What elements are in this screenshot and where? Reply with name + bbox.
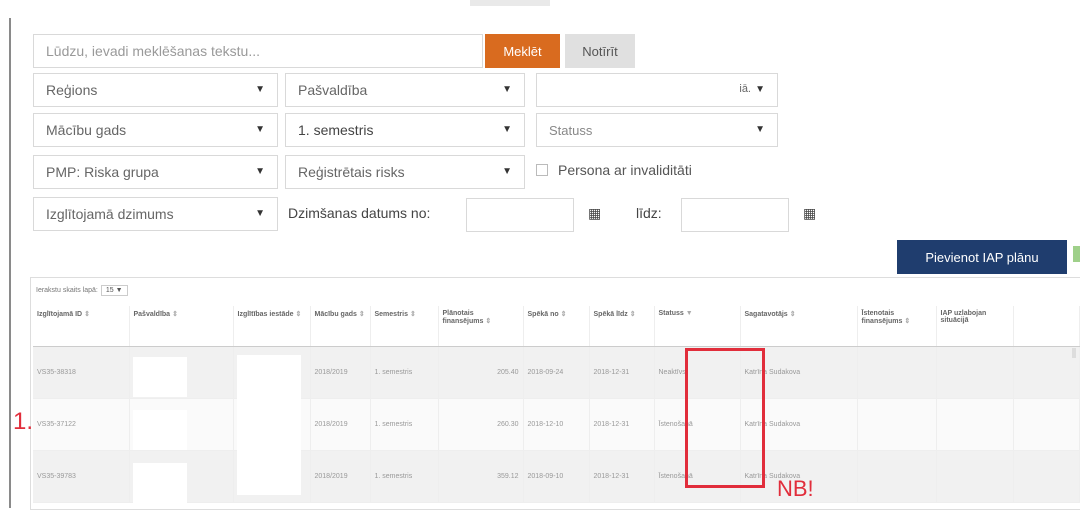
column-header-iap-improvement[interactable]: IAP uzlabojan situācijā [936, 306, 1014, 347]
cell-extra [1013, 398, 1080, 451]
disability-checkbox[interactable]: Persona ar invaliditāti [536, 162, 692, 178]
cell-semester: 1. semestris [370, 450, 439, 503]
caret-down-icon: ▼ [255, 166, 265, 177]
cell-valid-from: 2018-12-10 [523, 398, 590, 451]
cell-valid-to: 2018-12-31 [589, 346, 655, 399]
caret-down-icon: ▼ [255, 84, 265, 95]
redaction-block [237, 355, 301, 495]
municipality-select-label: Pašvaldība [298, 82, 368, 98]
caret-down-icon: ▼ [255, 208, 265, 219]
gender-select-label: Izglītojamā dzimums [46, 206, 174, 222]
school-select[interactable]: iā. ▼ [536, 73, 778, 107]
search-input[interactable]: Lūdzu, ievadi meklēšanas tekstu... [33, 34, 483, 68]
column-header-author[interactable]: Sagatavotājs ⇕ [740, 306, 858, 347]
table-row[interactable]: VS35-38318 2018/2019 1. semestris 205.40… [33, 346, 1080, 399]
dob-to-input[interactable] [681, 198, 789, 232]
results-table: Izglītojamā ID ⇕ Pašvaldība ⇕ Izglītības i… [33, 306, 1080, 503]
cell-year: 2018/2019 [310, 346, 371, 399]
redaction-block [133, 463, 187, 503]
clear-button[interactable]: Notīrīt [565, 34, 635, 68]
dob-from-input[interactable] [466, 198, 574, 232]
registered-risk-select-label: Reģistrētais risks [298, 164, 405, 180]
cell-planned-funding: 205.40 [438, 346, 524, 399]
cell-year: 2018/2019 [310, 398, 371, 451]
per-page-control: Ierakstu skaits lapā: 15 ▼ [36, 285, 128, 296]
cell-extra [1013, 346, 1080, 399]
column-header-municipality[interactable]: Pašvaldība ⇕ [129, 306, 234, 347]
cell-valid-to: 2018-12-31 [589, 398, 655, 451]
calendar-icon[interactable]: ▦ [803, 205, 816, 222]
per-page-label: Ierakstu skaits lapā: [36, 287, 98, 294]
redaction-block [133, 410, 187, 450]
cell-iap-improvement [936, 450, 1014, 503]
column-header-extra [1013, 306, 1080, 347]
table-row[interactable]: VS35-37122 2018/2019 1. semestris 260.30… [33, 398, 1080, 451]
column-header-year[interactable]: Mācību gads ⇕ [310, 306, 371, 347]
cell-implemented-funding [857, 398, 937, 451]
table-row[interactable]: VS35-39783 2018/2019 1. semestris 359.12… [33, 450, 1080, 503]
region-select[interactable]: Reģions ▼ [33, 73, 278, 107]
risk-group-select[interactable]: PMP: Riska grupa ▼ [33, 155, 278, 189]
cell-semester: 1. semestris [370, 398, 439, 451]
per-page-select[interactable]: 15 ▼ [100, 285, 128, 296]
cell-id[interactable]: VS35-38318 [33, 346, 130, 399]
column-header-implemented-funding[interactable]: Īstenotais finansējums ⇕ [857, 306, 937, 347]
column-header-id[interactable]: Izglītojamā ID ⇕ [33, 306, 130, 347]
school-select-label: iā. [739, 83, 751, 95]
registered-risk-select[interactable]: Reģistrētais risks ▼ [285, 155, 525, 189]
status-highlight-box [685, 348, 765, 488]
cell-extra [1013, 450, 1080, 503]
cell-semester: 1. semestris [370, 346, 439, 399]
cell-id[interactable]: VS35-39783 [33, 450, 130, 503]
status-select[interactable]: Statuss ▼ [536, 113, 778, 147]
semester-select-label: 1. semestris [298, 122, 374, 138]
cell-iap-improvement [936, 346, 1014, 399]
add-iap-plan-button[interactable]: Pievienot IAP plānu [897, 240, 1067, 274]
column-header-school[interactable]: Izglītības iestāde ⇕ [233, 306, 311, 347]
redaction-block [133, 357, 187, 397]
cell-planned-funding: 359.12 [438, 450, 524, 503]
cell-id[interactable]: VS35-37122 [33, 398, 130, 451]
caret-down-icon: ▼ [502, 166, 512, 177]
calendar-icon[interactable]: ▦ [588, 205, 601, 222]
municipality-select[interactable]: Pašvaldība ▼ [285, 73, 525, 107]
disability-checkbox-label: Persona ar invaliditāti [558, 162, 692, 178]
cropped-green-button[interactable] [1073, 246, 1080, 262]
caret-down-icon: ▼ [502, 124, 512, 135]
caret-down-icon: ▼ [502, 84, 512, 95]
gender-select[interactable]: Izglītojamā dzimums ▼ [33, 197, 278, 231]
search-button[interactable]: Meklēt [485, 34, 560, 68]
school-year-select[interactable]: Mācību gads ▼ [33, 113, 278, 147]
column-header-valid-from[interactable]: Spēkā no ⇕ [523, 306, 590, 347]
cell-iap-improvement [936, 398, 1014, 451]
annotation-note: NB! [777, 476, 814, 501]
checkbox-box[interactable] [536, 164, 548, 176]
scrollbar-thumb[interactable] [1072, 348, 1076, 358]
cell-valid-from: 2018-09-24 [523, 346, 590, 399]
region-select-label: Reģions [46, 82, 98, 98]
column-header-semester[interactable]: Semestris ⇕ [370, 306, 439, 347]
semester-select[interactable]: 1. semestris ▼ [285, 113, 525, 147]
caret-down-icon: ▼ [255, 124, 265, 135]
dob-to-label: līdz: [636, 205, 662, 221]
column-header-status[interactable]: Statuss ▼ [654, 306, 741, 347]
cell-implemented-funding [857, 450, 937, 503]
page-left-border [9, 18, 11, 508]
cell-valid-from: 2018-09-10 [523, 450, 590, 503]
caret-down-icon: ▼ [755, 84, 765, 95]
top-cropped-element [470, 0, 550, 6]
caret-down-icon: ▼ [755, 124, 765, 135]
column-header-planned-funding[interactable]: Plānotais finansējums ⇕ [438, 306, 524, 347]
cell-valid-to: 2018-12-31 [589, 450, 655, 503]
cell-implemented-funding [857, 346, 937, 399]
annotation-row-marker: 1. [13, 408, 34, 435]
risk-group-select-label: PMP: Riska grupa [46, 164, 159, 180]
school-year-select-label: Mācību gads [46, 122, 127, 138]
cell-year: 2018/2019 [310, 450, 371, 503]
status-select-label: Statuss [549, 122, 593, 138]
cell-planned-funding: 260.30 [438, 398, 524, 451]
column-header-valid-to[interactable]: Spēkā līdz ⇕ [589, 306, 655, 347]
dob-from-label: Dzimšanas datums no: [288, 205, 431, 221]
